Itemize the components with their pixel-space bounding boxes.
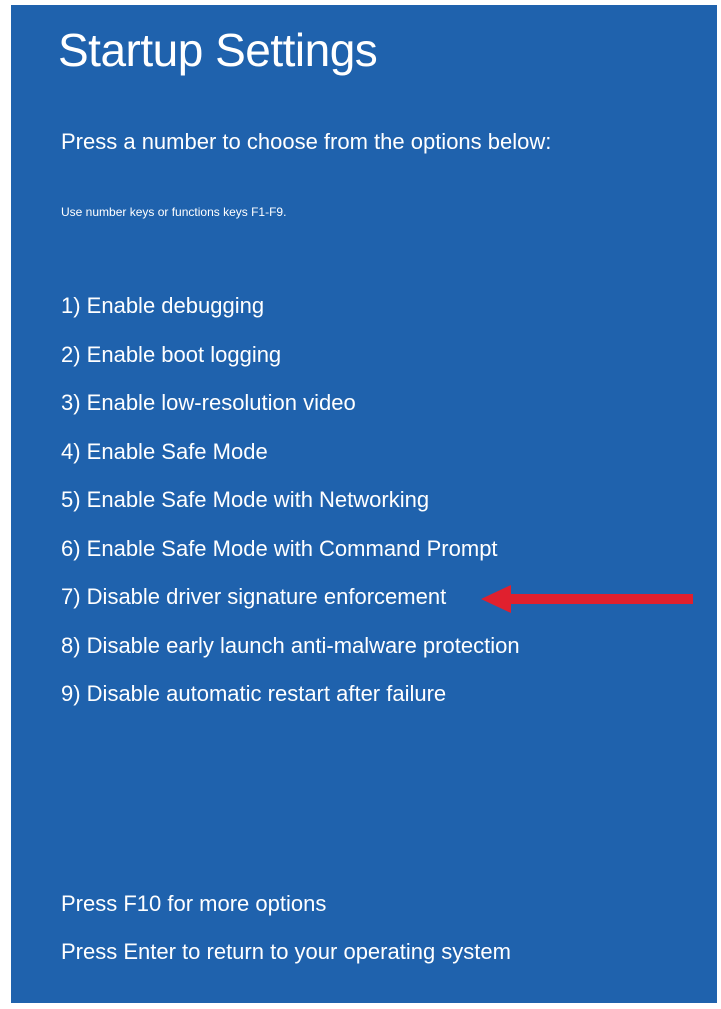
- return-to-os-text: Press Enter to return to your operating …: [61, 939, 511, 964]
- option-safe-mode-networking[interactable]: 5) Enable Safe Mode with Networking: [61, 485, 520, 534]
- option-disable-automatic-restart[interactable]: 9) Disable automatic restart after failu…: [61, 679, 520, 728]
- page-title: Startup Settings: [58, 24, 378, 76]
- option-enable-boot-logging[interactable]: 2) Enable boot logging: [61, 340, 520, 389]
- option-enable-debugging[interactable]: 1) Enable debugging: [61, 291, 520, 340]
- more-options-text: Press F10 for more options: [61, 891, 327, 916]
- option-enable-low-resolution-video[interactable]: 3) Enable low-resolution video: [61, 388, 520, 437]
- option-safe-mode-command-prompt[interactable]: 6) Enable Safe Mode with Command Prompt: [61, 534, 520, 583]
- option-disable-driver-signature-enforcement[interactable]: 7) Disable driver signature enforcement: [61, 582, 520, 631]
- instructions-text: Press a number to choose from the option…: [61, 129, 552, 154]
- startup-settings-screen: Startup Settings Press a number to choos…: [11, 5, 717, 1003]
- startup-options-list: 1) Enable debugging 2) Enable boot loggi…: [61, 291, 520, 728]
- option-disable-early-launch-antimalware[interactable]: 8) Disable early launch anti-malware pro…: [61, 631, 520, 680]
- option-enable-safe-mode[interactable]: 4) Enable Safe Mode: [61, 437, 520, 486]
- key-hint-text: Use number keys or functions keys F1-F9.: [61, 205, 287, 219]
- left-arrow-icon: [481, 585, 693, 613]
